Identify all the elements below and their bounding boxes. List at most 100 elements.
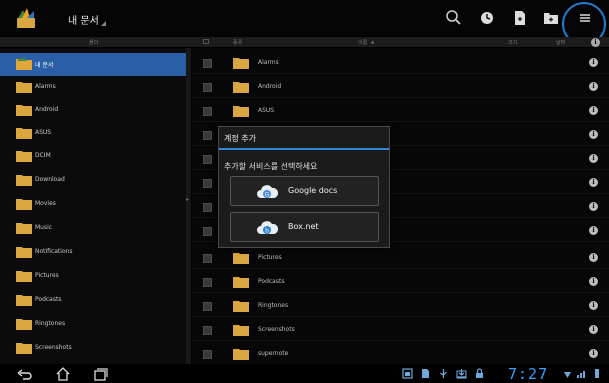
pane-resize-grip-icon[interactable]: ▸ xyxy=(186,196,190,210)
row-checkbox[interactable] xyxy=(203,59,212,68)
row-checkbox[interactable] xyxy=(203,203,212,212)
folder-tree-item[interactable]: Android xyxy=(0,99,186,122)
folder-tree-item[interactable]: Notifications xyxy=(0,241,186,264)
info-icon[interactable]: i xyxy=(589,301,598,310)
system-bar: 7:27 xyxy=(0,364,609,383)
row-checkbox[interactable] xyxy=(203,227,212,236)
file-row[interactable]: Podcasts i xyxy=(192,270,609,293)
file-row[interactable]: Screenshots i xyxy=(192,318,609,341)
box-net-option-button[interactable]: b Box.net xyxy=(230,212,379,242)
box-net-cloud-icon: b xyxy=(257,221,278,235)
folder-tree-label: Notifications xyxy=(35,248,73,255)
folder-icon xyxy=(233,82,249,93)
row-checkbox[interactable] xyxy=(203,326,212,335)
folder-tree-label: Podcasts xyxy=(35,296,62,303)
info-icon[interactable]: i xyxy=(589,154,598,163)
signal-icon[interactable] xyxy=(576,368,587,379)
search-icon[interactable] xyxy=(444,8,464,28)
download-icon[interactable] xyxy=(456,368,467,379)
header-size[interactable]: 크기 xyxy=(508,39,517,46)
usb-icon[interactable] xyxy=(438,368,449,379)
file-name: Podcasts xyxy=(258,278,285,285)
google-docs-option-button[interactable]: G Google docs xyxy=(230,176,379,206)
file-row[interactable]: Pictures i xyxy=(192,246,609,269)
info-icon[interactable]: i xyxy=(589,349,598,358)
folder-tree-item[interactable]: Music xyxy=(0,217,186,240)
folder-icon xyxy=(16,105,32,116)
header-date[interactable]: 날짜 xyxy=(556,39,565,46)
folder-tree-item[interactable]: DCIM xyxy=(0,145,186,168)
folder-tree-item[interactable]: ASUS xyxy=(0,122,186,145)
info-icon[interactable]: i xyxy=(589,277,598,286)
row-checkbox[interactable] xyxy=(203,179,212,188)
file-manager-logo-icon[interactable] xyxy=(14,6,38,30)
title-dropdown-caret-icon[interactable] xyxy=(101,21,106,26)
folder-tree-label: Music xyxy=(35,224,53,231)
file-name: Alarms xyxy=(258,59,279,66)
add-account-dialog: 계정 추가 추가할 서비스를 선택하세요 G Google docs b Box… xyxy=(218,126,390,248)
clock[interactable]: 7:27 xyxy=(508,365,548,383)
folder-icon xyxy=(16,271,32,282)
info-icon[interactable]: i xyxy=(589,226,598,235)
folder-tree-item[interactable]: Pictures xyxy=(0,265,186,288)
folder-tree-item[interactable]: 내 문서 xyxy=(0,53,186,76)
info-icon[interactable]: i xyxy=(589,82,598,91)
folder-tree-label: Screenshots xyxy=(35,344,72,351)
folder-icon xyxy=(16,175,32,186)
folder-icon xyxy=(16,223,32,234)
lock-icon[interactable] xyxy=(474,368,485,379)
select-all-checkbox[interactable] xyxy=(203,39,209,44)
info-icon[interactable]: i xyxy=(589,325,598,334)
row-checkbox[interactable] xyxy=(203,131,212,140)
folder-tree-item[interactable]: Movies xyxy=(0,193,186,216)
back-icon[interactable] xyxy=(17,367,33,381)
folder-tree-label: Alarms xyxy=(35,83,56,90)
file-row[interactable]: ASUS i xyxy=(192,99,609,122)
info-icon[interactable]: i xyxy=(589,130,598,139)
folder-tree-item[interactable]: Alarms xyxy=(0,76,186,99)
info-icon[interactable]: i xyxy=(589,202,598,211)
row-checkbox[interactable] xyxy=(203,83,212,92)
home-icon[interactable] xyxy=(55,367,71,381)
wifi-icon[interactable] xyxy=(562,368,573,379)
battery-icon[interactable] xyxy=(593,368,601,379)
folder-icon xyxy=(16,295,32,306)
app-title[interactable]: 내 문서 xyxy=(68,12,99,27)
box-net-label: Box.net xyxy=(288,222,319,231)
history-clock-icon[interactable] xyxy=(477,8,497,28)
recent-apps-icon[interactable] xyxy=(92,367,108,381)
svg-text:G: G xyxy=(265,192,270,199)
row-checkbox[interactable] xyxy=(203,155,212,164)
info-icon[interactable]: i xyxy=(589,58,598,67)
info-icon[interactable]: i xyxy=(589,178,598,187)
folder-icon xyxy=(16,58,32,70)
folder-tree-item[interactable]: Podcasts xyxy=(0,289,186,312)
folder-tree-item[interactable]: Ringtones xyxy=(0,313,186,336)
folder-tree-label: ASUS xyxy=(35,129,52,136)
header-info-icon[interactable]: i xyxy=(591,38,600,47)
header-type[interactable]: 종류 xyxy=(233,39,242,46)
gallery-icon[interactable] xyxy=(402,368,413,379)
dialog-message: 추가할 서비스를 선택하세요 xyxy=(224,162,318,171)
folder-icon xyxy=(233,106,249,117)
new-file-icon[interactable] xyxy=(510,8,530,28)
file-icon[interactable] xyxy=(420,368,431,379)
google-docs-cloud-icon: G xyxy=(257,185,278,199)
folder-icon xyxy=(233,301,249,312)
row-checkbox[interactable] xyxy=(203,107,212,116)
row-checkbox[interactable] xyxy=(203,302,212,311)
file-name: supernote xyxy=(258,350,289,357)
new-folder-icon[interactable] xyxy=(541,8,561,28)
row-checkbox[interactable] xyxy=(203,278,212,287)
file-row[interactable]: Android i xyxy=(192,75,609,98)
row-checkbox[interactable] xyxy=(203,254,212,263)
file-row[interactable]: Alarms i xyxy=(192,51,609,74)
file-row[interactable]: supernote i xyxy=(192,342,609,365)
header-name[interactable]: 이름 xyxy=(358,39,367,46)
folder-tree-item[interactable]: Screenshots xyxy=(0,337,186,360)
folder-tree-item[interactable]: Download xyxy=(0,169,186,192)
info-icon[interactable]: i xyxy=(589,253,598,262)
file-row[interactable]: Ringtones i xyxy=(192,294,609,317)
row-checkbox[interactable] xyxy=(203,350,212,359)
info-icon[interactable]: i xyxy=(589,106,598,115)
